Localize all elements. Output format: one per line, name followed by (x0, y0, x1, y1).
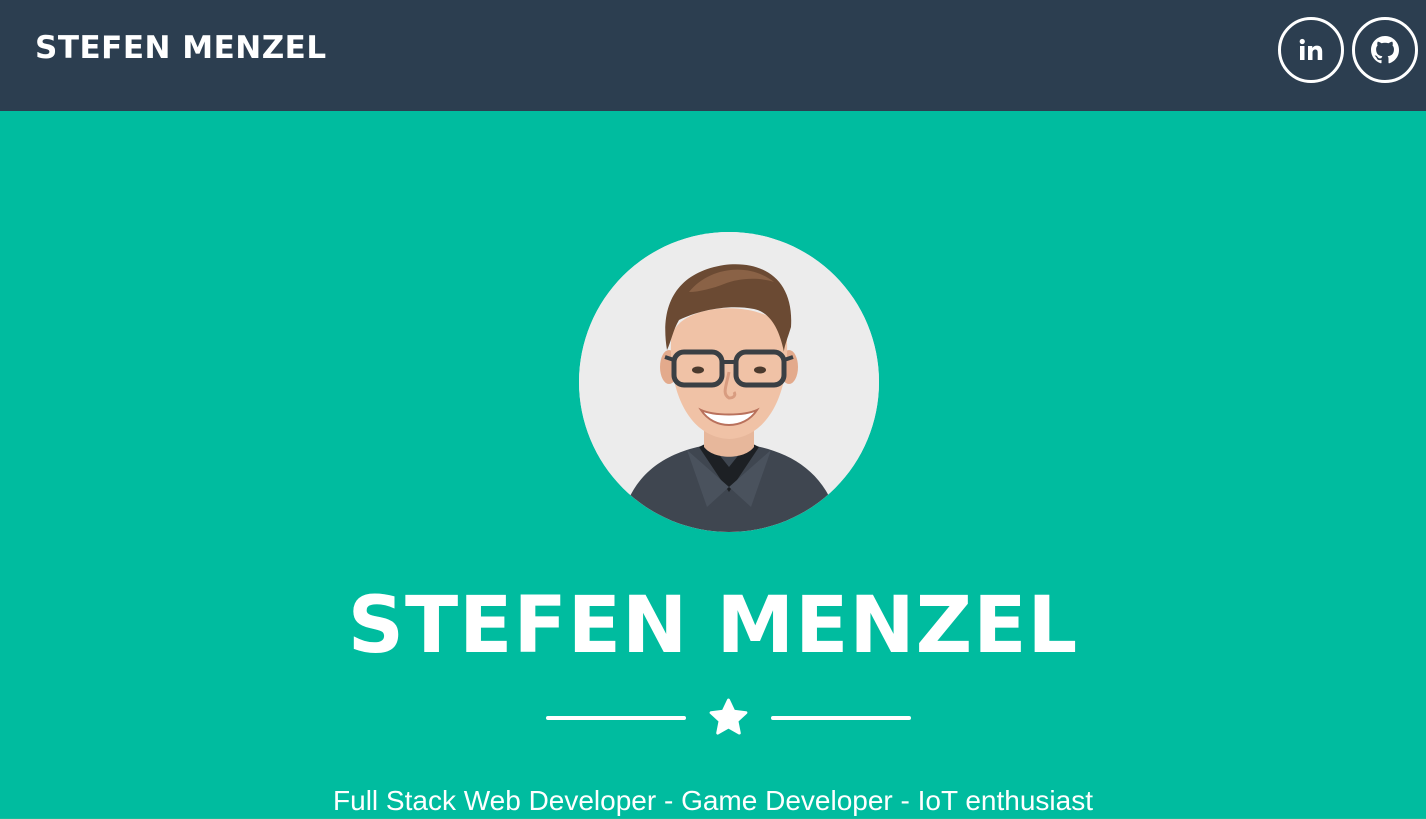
divider-line-left (546, 716, 686, 720)
profile-photo-illustration (579, 232, 879, 532)
title-divider (546, 693, 911, 743)
divider-line-right (771, 716, 911, 720)
profile-photo (579, 232, 879, 532)
brand-link[interactable]: STEFEN MENZEL (35, 28, 327, 68)
navbar: STEFEN MENZEL (0, 0, 1426, 111)
linkedin-button[interactable] (1278, 17, 1344, 83)
hero-title: STEFEN MENZEL (347, 581, 1079, 671)
hero-section: STEFEN MENZEL Full Stack Web Developer -… (0, 111, 1426, 818)
hero-subtitle: Full Stack Web Developer - Game Develope… (333, 785, 1093, 816)
github-button[interactable] (1352, 17, 1418, 83)
star-icon (709, 698, 748, 735)
github-icon (1371, 36, 1399, 64)
linkedin-icon (1299, 38, 1323, 60)
